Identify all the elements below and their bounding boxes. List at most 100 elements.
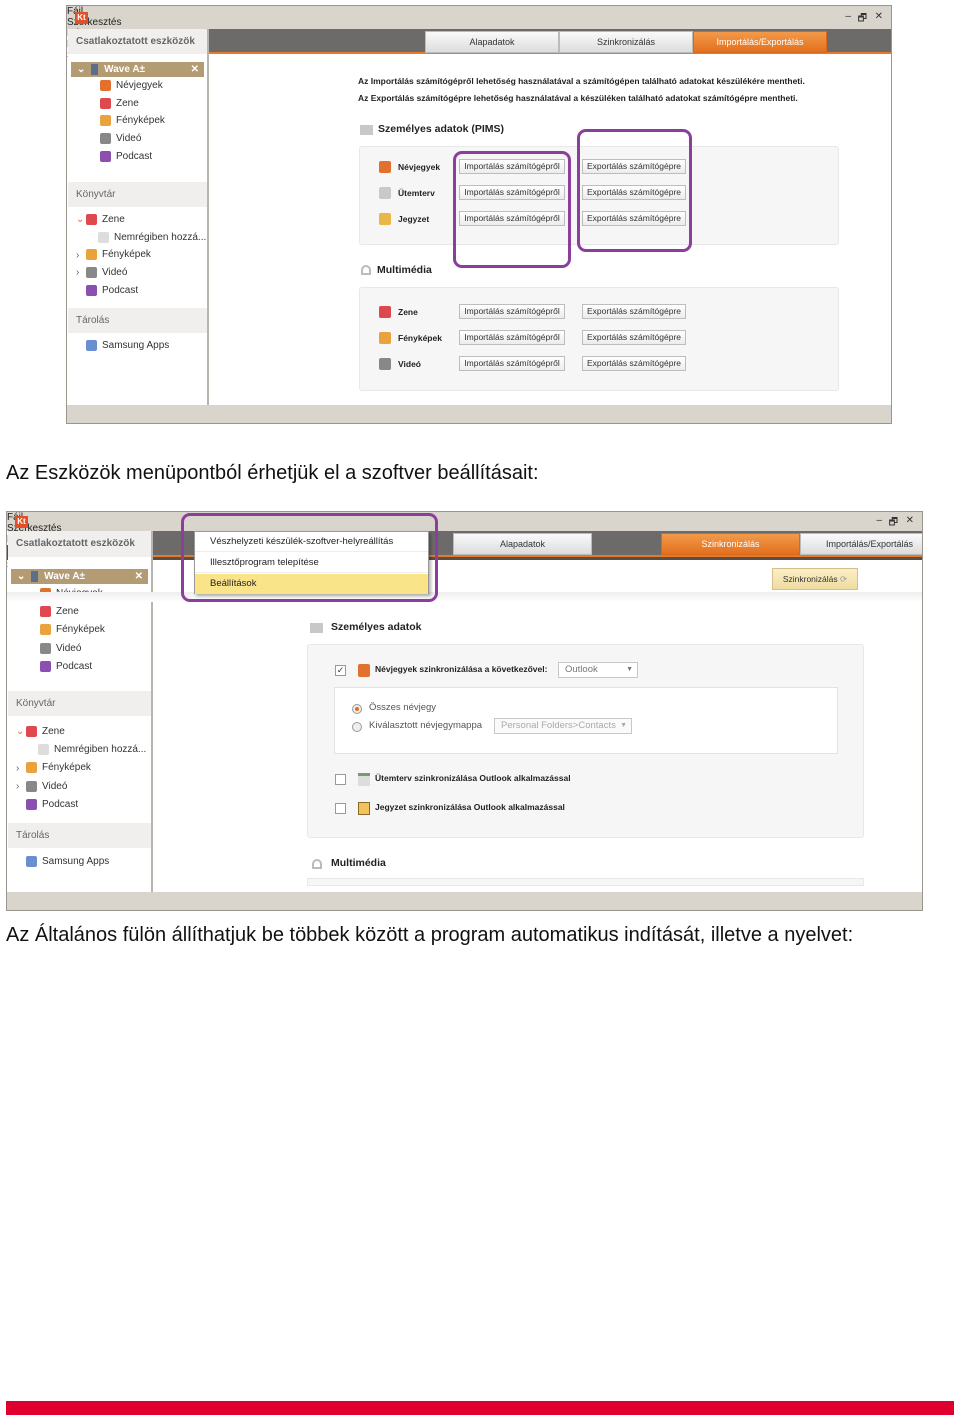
sidebar-item[interactable]: ⌄ Zene xyxy=(16,726,65,737)
sidebar-item-label: Podcast xyxy=(56,660,93,672)
close-icon[interactable]: ✕ xyxy=(906,515,914,526)
sidebar-item[interactable]: Podcast xyxy=(100,150,152,162)
tab-sync[interactable]: Szinkronizálás xyxy=(661,533,800,555)
row-label: Fényképek xyxy=(398,333,442,343)
intro-export-text: Az Exportálás számítógépre lehetőség has… xyxy=(358,93,798,103)
menu-edit[interactable]: Szerkesztés xyxy=(67,17,891,28)
sidebar-item-label: Videó xyxy=(116,133,142,145)
folder-select[interactable]: Personal Folders>Contacts ▼ xyxy=(494,718,632,734)
contacts-sync-checkbox[interactable]: ✓ xyxy=(335,665,346,676)
export-button[interactable]: Exportálás számítógépre xyxy=(582,356,686,371)
sidebar: Csatlakoztatott eszközök⌄ Wave A±✕Névjeg… xyxy=(8,531,153,892)
row-label: Névjegyek xyxy=(398,162,441,172)
chevron-down-icon[interactable]: ⌄ xyxy=(17,571,28,582)
sidebar-item[interactable]: › Videó xyxy=(16,780,67,792)
sidebar-item[interactable]: Videó xyxy=(100,133,141,144)
chevron-down-icon[interactable]: ⌄ xyxy=(16,726,26,737)
chevron-down-icon: ▼ xyxy=(626,666,633,673)
app-logo: Kt xyxy=(15,515,28,528)
notes-sync-checkbox[interactable] xyxy=(335,803,346,814)
chevron-right-icon[interactable]: › xyxy=(76,250,86,261)
tab-import-export[interactable]: Importálás/Exportálás xyxy=(800,533,922,555)
close-device-icon[interactable]: ✕ xyxy=(191,62,199,77)
import-button[interactable]: Importálás számítógépről xyxy=(459,356,565,371)
tab-sync[interactable]: Szinkronizálás xyxy=(559,31,693,53)
chevron-down-icon[interactable]: ⌄ xyxy=(77,64,88,75)
radio-all-contacts[interactable] xyxy=(352,704,362,714)
tab-import-export[interactable]: Importálás/Exportálás xyxy=(693,31,827,53)
sidebar-item-label: Podcast xyxy=(102,284,139,296)
music-note-icon xyxy=(379,306,391,318)
calendar-sync-checkbox[interactable] xyxy=(335,774,346,785)
sidebar-item[interactable]: Zene xyxy=(100,97,139,109)
chevron-right-icon[interactable]: › xyxy=(16,781,26,792)
minimize-icon[interactable]: – xyxy=(876,515,882,526)
video-reel-icon xyxy=(40,642,51,654)
export-button[interactable]: Exportálás számítógépre xyxy=(582,330,686,345)
menu-file[interactable]: Fájl xyxy=(7,512,922,523)
sidebar-item[interactable]: › Fényképek xyxy=(16,762,91,774)
multimedia-title: Multimédia xyxy=(377,264,432,276)
sidebar-item-label: Samsung Apps xyxy=(42,856,110,868)
sidebar-item[interactable]: Nemrégiben hozzá... xyxy=(38,744,146,755)
device-wave[interactable]: ⌄ Wave A± ✕ xyxy=(11,569,148,584)
screenshot-settings-menu: KtFájlSzerkesztésNézetEszközökSúgó–🗗✕Csa… xyxy=(6,511,923,911)
import-button[interactable]: Importálás számítógépről xyxy=(459,304,565,319)
calendar-icon xyxy=(358,773,370,786)
radio-selected-folder[interactable] xyxy=(352,722,362,732)
menu-file[interactable]: Fájl xyxy=(67,6,891,17)
sidebar-item[interactable]: Podcast xyxy=(40,660,93,672)
sync-button[interactable]: Szinkronizálás ⟳ xyxy=(772,568,858,590)
export-button[interactable]: Exportálás számítógépre xyxy=(582,304,686,319)
tab-basic[interactable]: Alapadatok xyxy=(425,31,559,53)
photos-icon xyxy=(100,115,111,127)
chevron-right-icon[interactable]: › xyxy=(76,267,86,278)
sidebar-item[interactable]: Fényképek xyxy=(40,624,105,636)
intro-import-text: Az Importálás számítógépről lehetőség ha… xyxy=(358,76,805,86)
contacts-icon xyxy=(358,664,370,677)
row-label: Zene xyxy=(398,307,418,317)
contacts-target-select[interactable]: Outlook ▼ xyxy=(558,662,638,678)
device-wave[interactable]: ⌄ Wave A± ✕ xyxy=(71,62,204,77)
podcast-icon xyxy=(100,150,111,162)
music-note-icon xyxy=(86,214,97,225)
chevron-down-icon[interactable]: ⌄ xyxy=(76,214,86,225)
sidebar-item[interactable]: Videó xyxy=(40,642,81,654)
contact-card-icon xyxy=(360,125,373,135)
restore-icon[interactable]: 🗗 xyxy=(889,515,898,532)
headphones-icon xyxy=(312,859,322,869)
restore-icon[interactable]: 🗗 xyxy=(858,11,867,28)
chevron-right-icon[interactable]: › xyxy=(16,763,26,774)
close-icon[interactable]: ✕ xyxy=(875,11,883,22)
sidebar-item[interactable]: Zene xyxy=(40,606,79,617)
library-header: Könyvtár xyxy=(68,182,207,207)
tab-basic[interactable]: Alapadatok xyxy=(453,533,592,555)
sidebar-item[interactable]: › Fényképek xyxy=(76,249,151,261)
sidebar-item[interactable]: ⌄ Zene xyxy=(76,214,125,225)
sidebar-item[interactable]: Nemrégiben hozzá... xyxy=(98,231,206,243)
sidebar-item-label: Fényképek xyxy=(42,762,91,774)
sidebar-item[interactable]: Podcast xyxy=(86,284,139,296)
sidebar-item[interactable]: Samsung Apps xyxy=(26,856,109,867)
row-label: Ütemterv xyxy=(398,188,435,198)
select-value: Personal Folders>Contacts xyxy=(501,720,616,731)
row-label: Videó xyxy=(398,359,421,369)
sidebar-item[interactable]: Samsung Apps xyxy=(86,340,169,351)
sidebar-header: Csatlakoztatott eszközök xyxy=(68,29,207,54)
sidebar-item-label: Videó xyxy=(102,267,128,279)
personal-data-title: Személyes adatok xyxy=(331,621,422,633)
highlight-import-column xyxy=(453,151,571,268)
import-button[interactable]: Importálás számítógépről xyxy=(459,330,565,345)
sidebar-item[interactable]: Névjegyek xyxy=(100,80,163,91)
footer-red-bar xyxy=(6,1401,954,1415)
sidebar-item[interactable]: Podcast xyxy=(26,798,78,810)
contacts-icon xyxy=(379,161,391,173)
minimize-icon[interactable]: – xyxy=(845,11,851,22)
sidebar-item-label: Fényképek xyxy=(56,624,105,636)
samsung-apps-icon xyxy=(26,856,37,867)
sidebar-item[interactable]: › Videó xyxy=(76,267,127,278)
headphones-icon xyxy=(361,265,371,275)
caption-tools-menu: Az Eszközök menüpontból érhetjük el a sz… xyxy=(6,462,539,484)
sidebar-item[interactable]: Fényképek xyxy=(100,115,165,127)
close-device-icon[interactable]: ✕ xyxy=(135,569,143,584)
